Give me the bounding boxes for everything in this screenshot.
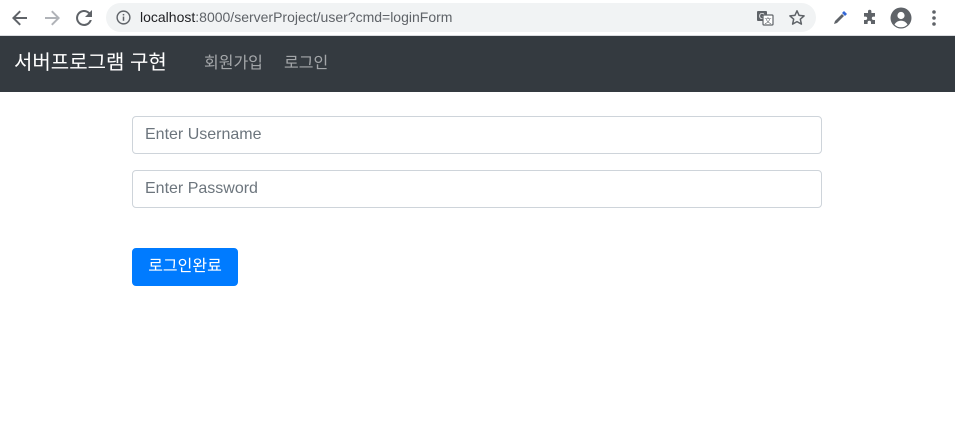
url-path: :8000/serverProject/user?cmd=loginForm [195, 9, 453, 25]
reload-icon[interactable] [72, 6, 96, 30]
nav-link-join[interactable]: 회원가입 [204, 53, 263, 75]
top-navbar: 서버프로그램 구현 회원가입 로그인 [0, 36, 955, 92]
info-icon[interactable] [116, 10, 131, 25]
svg-text:文: 文 [765, 16, 772, 25]
browser-toolbar: localhost:8000/serverProject/user?cmd=lo… [0, 0, 955, 36]
profile-icon[interactable] [890, 7, 912, 29]
eyedropper-icon[interactable] [829, 7, 851, 29]
login-submit-button[interactable]: 로그인완료 [132, 248, 238, 286]
kebab-menu-icon[interactable] [923, 7, 945, 29]
password-input[interactable] [132, 170, 822, 208]
star-icon[interactable] [788, 9, 806, 27]
url-host: localhost [140, 9, 196, 25]
forward-arrow-icon[interactable] [40, 6, 64, 30]
back-arrow-icon[interactable] [8, 6, 32, 30]
address-bar[interactable]: localhost:8000/serverProject/user?cmd=lo… [106, 3, 816, 32]
username-input[interactable] [132, 116, 822, 154]
translate-icon[interactable]: G 文 [756, 9, 774, 27]
navbar-brand[interactable]: 서버프로그램 구현 [14, 50, 167, 76]
nav-link-login[interactable]: 로그인 [284, 53, 328, 75]
puzzle-icon[interactable] [859, 7, 881, 29]
url-text[interactable]: localhost:8000/serverProject/user?cmd=lo… [140, 9, 452, 26]
